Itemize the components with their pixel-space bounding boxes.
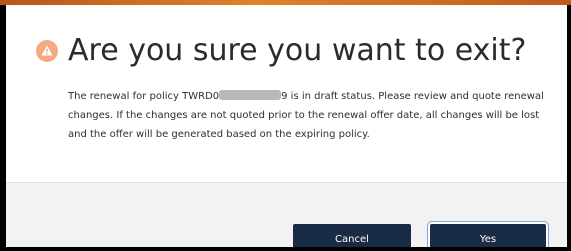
yes-button[interactable]: Yes (430, 224, 546, 247)
exit-confirmation-dialog: Are you sure you want to exit? The renew… (6, 5, 567, 247)
dialog-header: Are you sure you want to exit? (6, 5, 567, 77)
screenshot-frame: Are you sure you want to exit? The renew… (0, 0, 571, 251)
cancel-button[interactable]: Cancel (293, 224, 411, 247)
message-text-start: The renewal for policy TWRD0 (68, 91, 220, 102)
dialog-message: The renewal for policy TWRD0 9 is in draf… (68, 87, 548, 144)
redacted-policy-number (219, 90, 282, 100)
dialog-title: Are you sure you want to exit? (68, 33, 527, 68)
warning-triangle-glyph (41, 45, 53, 56)
warning-icon (36, 40, 58, 62)
